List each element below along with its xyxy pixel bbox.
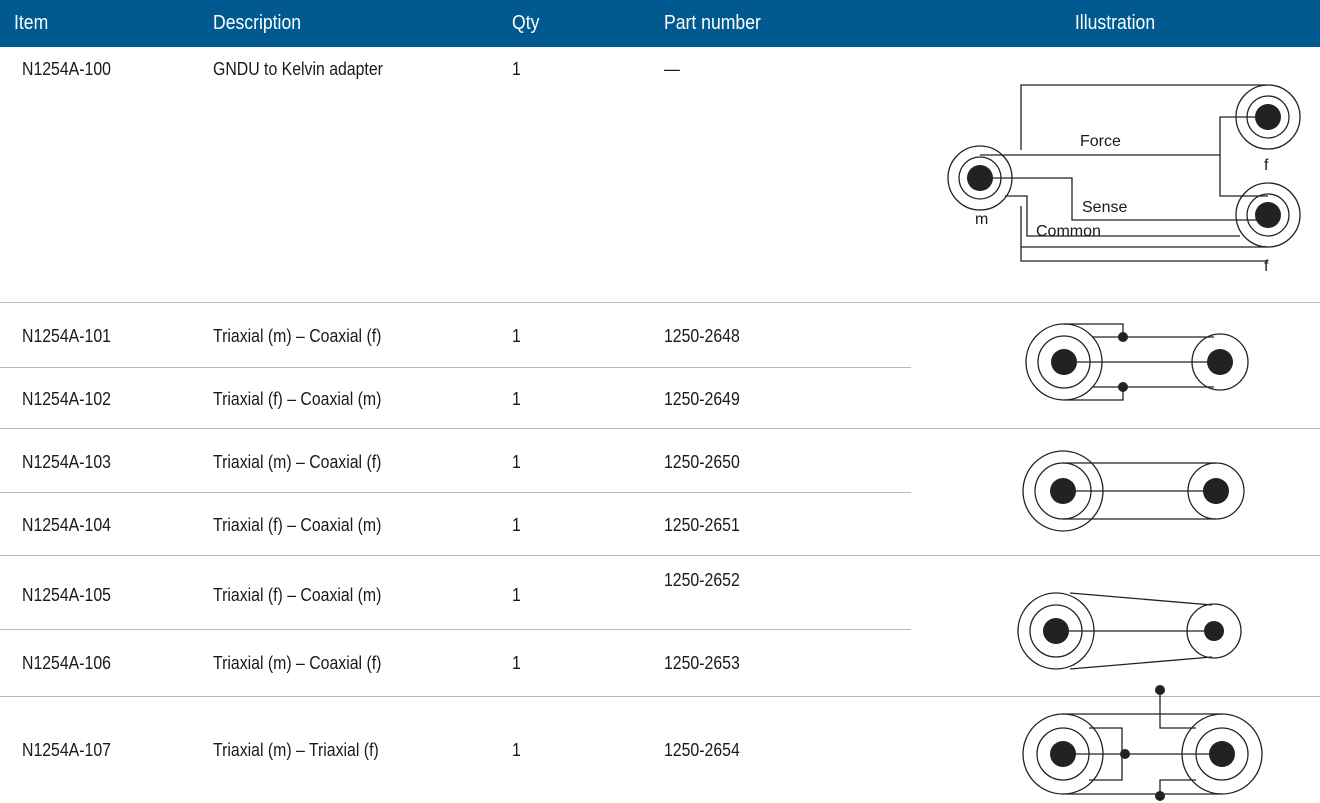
female-label-top: f	[1264, 157, 1269, 174]
sense-label: Sense	[1082, 199, 1127, 216]
female-label-bottom: f	[1264, 258, 1269, 275]
kelvin-adapter-diagram	[947, 84, 1301, 262]
male-label: m	[975, 211, 988, 228]
adapter-101-102-diagram	[1025, 323, 1249, 401]
adapter-107-diagram	[1022, 685, 1263, 801]
adapter-103-104-diagram	[1022, 450, 1245, 532]
illustrations: Force Sense Common m f f	[947, 84, 1301, 801]
adapter-105-106-diagram	[1017, 592, 1242, 670]
force-label: Force	[1080, 133, 1121, 150]
common-label: Common	[1036, 223, 1101, 240]
